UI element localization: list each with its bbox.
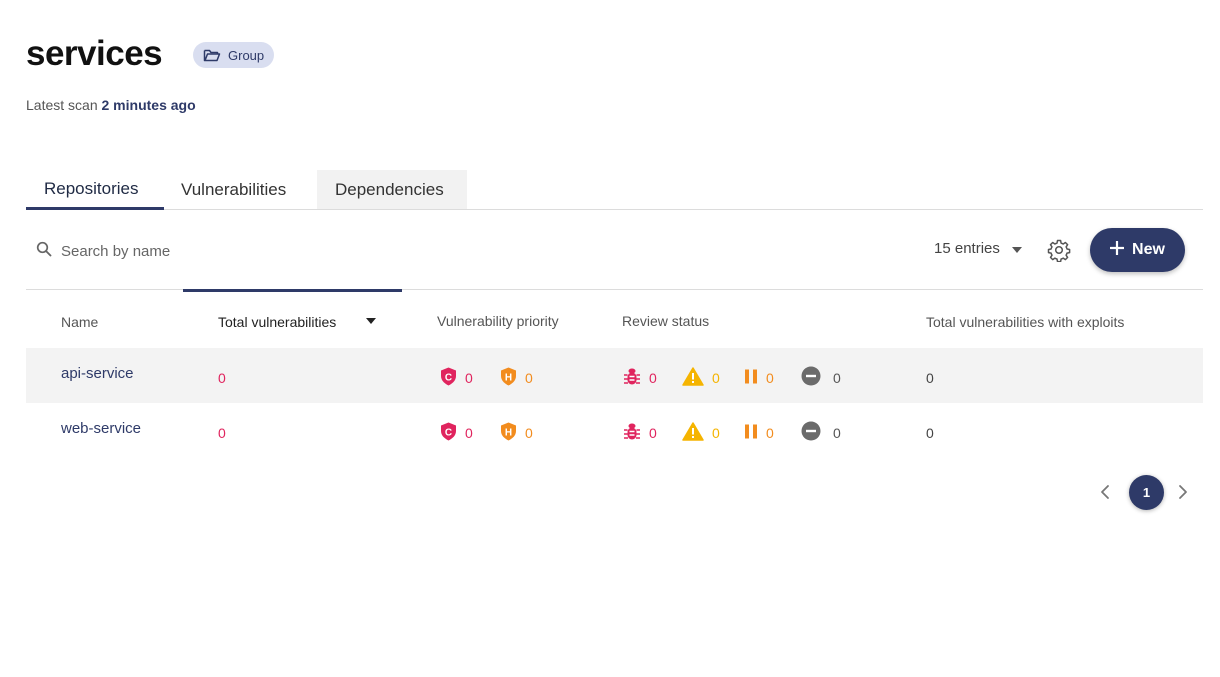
table-row: api-service 0 C 0 H 0 0 0 0 0 0 xyxy=(26,348,1203,403)
review-bug: 0 xyxy=(623,422,657,444)
entries-label: 15 entries xyxy=(934,240,1000,257)
svg-text:H: H xyxy=(505,427,512,438)
pagination: 1 xyxy=(1096,475,1206,510)
total-vulnerabilities-value: 0 xyxy=(218,424,226,441)
exploits-value: 0 xyxy=(926,369,934,386)
priority-critical: C 0 xyxy=(440,422,473,444)
review-paused: 0 xyxy=(744,369,774,387)
warning-count: 0 xyxy=(712,424,720,441)
warning-triangle-icon xyxy=(682,421,704,444)
svg-text:H: H xyxy=(505,372,512,383)
tab-repositories[interactable]: Repositories xyxy=(26,170,164,210)
total-vulnerabilities-value: 0 xyxy=(218,369,226,386)
caret-down-icon xyxy=(1011,240,1022,257)
svg-text:C: C xyxy=(445,372,452,383)
shield-h-icon: H xyxy=(500,422,517,444)
folder-open-icon xyxy=(203,48,221,63)
repo-link[interactable]: api-service xyxy=(61,365,134,382)
group-badge: Group xyxy=(193,42,275,68)
paused-count: 0 xyxy=(766,369,774,386)
sort-desc-icon[interactable] xyxy=(366,318,376,324)
repo-link[interactable]: web-service xyxy=(61,420,141,437)
search-bar xyxy=(26,231,396,271)
priority-critical: C 0 xyxy=(440,367,473,389)
shield-c-icon: C xyxy=(440,422,457,444)
chevron-left-icon[interactable] xyxy=(1100,484,1110,505)
review-ignored: 0 xyxy=(801,366,841,389)
search-icon xyxy=(36,241,52,262)
new-button-label: New xyxy=(1132,241,1165,258)
page-1-button[interactable]: 1 xyxy=(1129,475,1164,510)
tab-bar: Repositories Vulnerabilities Dependencie… xyxy=(26,170,1203,210)
tab-vulnerabilities[interactable]: Vulnerabilities xyxy=(164,170,317,209)
minus-circle-icon xyxy=(801,366,821,389)
shield-h-icon: H xyxy=(500,367,517,389)
ignored-count: 0 xyxy=(833,424,841,441)
svg-text:C: C xyxy=(445,427,452,438)
bug-icon xyxy=(623,422,641,444)
col-name[interactable]: Name xyxy=(61,314,98,330)
latest-scan: Latest scan 2 minutes ago xyxy=(26,97,196,113)
critical-count: 0 xyxy=(465,424,473,441)
shield-c-icon: C xyxy=(440,367,457,389)
table-header: Name Total vulnerabilities Vulnerability… xyxy=(26,300,1203,346)
warning-count: 0 xyxy=(712,369,720,386)
bug-count: 0 xyxy=(649,424,657,441)
bug-count: 0 xyxy=(649,369,657,386)
scan-label: Latest scan xyxy=(26,97,98,113)
review-paused: 0 xyxy=(744,424,774,442)
search-focus-underline xyxy=(183,289,402,292)
paused-count: 0 xyxy=(766,424,774,441)
review-warning: 0 xyxy=(682,421,720,444)
col-total-exploits[interactable]: Total vulnerabilities with exploits xyxy=(926,314,1124,330)
scan-time: 2 minutes ago xyxy=(101,97,196,113)
warning-triangle-icon xyxy=(682,366,704,389)
tab-dependencies[interactable]: Dependencies xyxy=(317,170,467,209)
new-button[interactable]: New xyxy=(1090,228,1185,272)
bug-icon xyxy=(623,367,641,389)
group-badge-label: Group xyxy=(228,47,265,63)
high-count: 0 xyxy=(525,369,533,386)
review-bug: 0 xyxy=(623,367,657,389)
gear-icon[interactable] xyxy=(1047,238,1071,263)
minus-circle-icon xyxy=(801,421,821,444)
search-input[interactable] xyxy=(61,242,361,260)
pause-icon xyxy=(744,424,758,442)
priority-high: H 0 xyxy=(500,422,533,444)
review-ignored: 0 xyxy=(801,421,841,444)
col-review-status: Review status xyxy=(622,313,710,329)
col-vulnerability-priority: Vulnerability priority xyxy=(437,313,559,329)
pause-icon xyxy=(744,369,758,387)
col-total-vulnerabilities[interactable]: Total vulnerabilities xyxy=(218,314,336,330)
plus-icon xyxy=(1109,239,1125,260)
ignored-count: 0 xyxy=(833,369,841,386)
critical-count: 0 xyxy=(465,369,473,386)
page-title: services xyxy=(26,34,163,73)
exploits-value: 0 xyxy=(926,424,934,441)
high-count: 0 xyxy=(525,424,533,441)
entries-select[interactable]: 15 entries xyxy=(934,240,1022,257)
chevron-right-icon[interactable] xyxy=(1178,484,1188,505)
priority-high: H 0 xyxy=(500,367,533,389)
table-row: web-service 0 C 0 H 0 0 0 0 0 0 xyxy=(26,403,1203,458)
review-warning: 0 xyxy=(682,366,720,389)
